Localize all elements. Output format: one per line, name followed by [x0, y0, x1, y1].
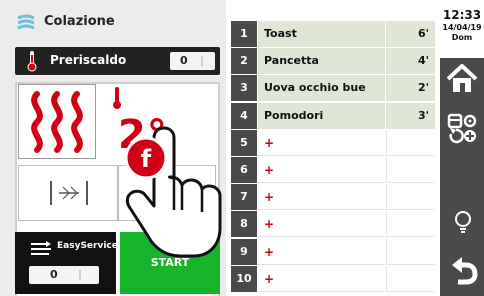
add-phase-button[interactable]: + — [258, 266, 385, 292]
clock-date: 14/04/19 — [442, 23, 482, 32]
lightbulb-icon[interactable] — [453, 210, 473, 236]
phase-number: 2 — [231, 48, 257, 74]
thermometer-icon — [113, 87, 121, 109]
add-phase-button[interactable]: + — [258, 211, 385, 237]
phase-number: 10 — [231, 266, 257, 292]
phase-number: 7 — [231, 184, 257, 210]
phase-name[interactable]: Pomodori — [258, 103, 385, 129]
phase-list: 1 Toast 6' 2 Pancetta 4' 3 Uova occhio bue 2' 4 Po… — [231, 21, 435, 294]
phase-time[interactable] — [386, 239, 435, 265]
toggle-knob — [79, 270, 81, 280]
easyservice-toggle[interactable]: 0 — [29, 266, 99, 284]
plus-icon: + — [264, 190, 275, 204]
phase-number: 6 — [231, 157, 257, 183]
phase-number: 3 — [231, 75, 257, 101]
touch-hand-icon: f — [124, 126, 222, 258]
plus-icon: + — [264, 136, 275, 150]
home-icon[interactable] — [446, 64, 478, 94]
phase-number: 5 — [231, 130, 257, 156]
phase-name[interactable]: Pancetta — [258, 48, 385, 74]
thermometer-icon — [27, 51, 37, 72]
preheat-value: 0 — [180, 54, 188, 67]
add-phase-button[interactable]: + — [258, 157, 385, 183]
program-title-bar: Colazione — [0, 0, 226, 42]
phase-time[interactable]: 3' — [386, 103, 435, 129]
top-bottom-heat-icon — [31, 91, 83, 153]
preheat-label: Preriscaldo — [50, 53, 127, 67]
toggle-knob — [201, 56, 203, 66]
phase-time[interactable] — [386, 211, 435, 237]
easyservice-value: 0 — [50, 268, 58, 281]
phase-time[interactable] — [386, 130, 435, 156]
add-phase-button[interactable]: + — [258, 184, 385, 210]
plus-icon: + — [264, 217, 275, 231]
phase-row[interactable]: 5 + — [231, 130, 435, 157]
phase-row[interactable]: 10 + — [231, 266, 435, 293]
preheat-toggle[interactable]: 0 — [170, 52, 215, 70]
phase-row[interactable]: 3 Uova occhio bue 2' — [231, 75, 435, 102]
phase-number: 4 — [231, 103, 257, 129]
plus-icon: + — [264, 163, 275, 177]
program-title: Colazione — [44, 14, 115, 29]
program-settings-icon[interactable] — [447, 112, 479, 144]
phase-time[interactable] — [386, 184, 435, 210]
phase-time[interactable]: 4' — [386, 48, 435, 74]
clock: 12:33 14/04/19 Dom — [440, 0, 484, 58]
easyservice-label: EasyService — [57, 241, 118, 251]
easyservice-panel[interactable]: EasyService 0 — [15, 232, 118, 294]
clock-day: Dom — [451, 33, 473, 42]
phase-row[interactable]: 7 + — [231, 184, 435, 211]
phase-time[interactable]: 2' — [386, 75, 435, 101]
preheat-control[interactable]: Preriscaldo 0 — [15, 47, 220, 75]
phase-name[interactable]: Toast — [258, 21, 385, 47]
phase-row[interactable]: 4 Pomodori 3' — [231, 103, 435, 130]
phase-number: 8 — [231, 211, 257, 237]
back-icon[interactable] — [448, 251, 478, 285]
phase-row[interactable]: 6 + — [231, 157, 435, 184]
plus-icon: + — [264, 245, 275, 259]
add-phase-button[interactable]: + — [258, 239, 385, 265]
plus-icon: + — [264, 272, 275, 286]
phase-number: 9 — [231, 239, 257, 265]
fan-button[interactable] — [18, 165, 118, 221]
add-phase-button[interactable]: + — [258, 130, 385, 156]
phase-number: 1 — [231, 21, 257, 47]
fan-icon — [50, 181, 88, 205]
phase-row[interactable]: 2 Pancetta 4' — [231, 48, 435, 75]
phase-time[interactable] — [386, 157, 435, 183]
left-panel: Colazione Preriscaldo 0 2° — [0, 0, 226, 296]
phase-time[interactable]: 6' — [386, 21, 435, 47]
phase-row[interactable]: 8 + — [231, 211, 435, 238]
phase-time[interactable] — [386, 266, 435, 292]
phase-row[interactable]: 9 + — [231, 239, 435, 266]
easyservice-icon — [31, 241, 51, 255]
clock-time: 12:33 — [442, 8, 482, 22]
phase-row[interactable]: 1 Toast 6' — [231, 21, 435, 48]
steam-icon — [17, 14, 35, 30]
heating-mode-button[interactable] — [18, 84, 96, 159]
phase-name[interactable]: Uova occhio bue — [258, 75, 385, 101]
badge-letter: f — [141, 145, 152, 173]
